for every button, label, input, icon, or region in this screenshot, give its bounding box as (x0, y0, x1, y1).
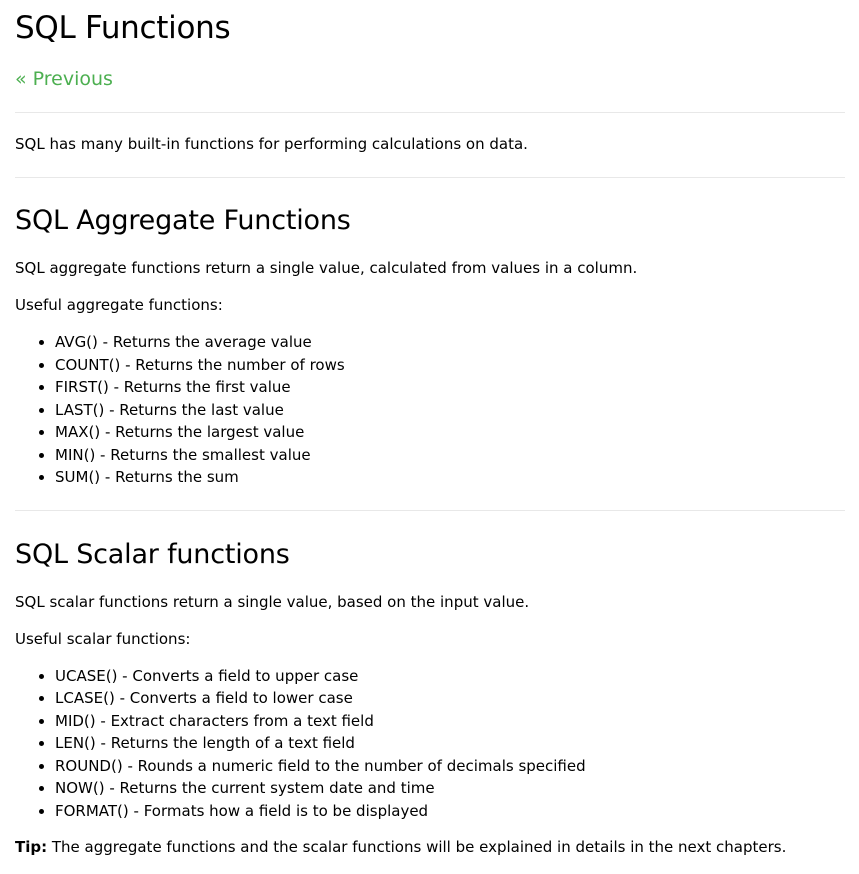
list-item: COUNT() - Returns the number of rows (55, 354, 845, 377)
list-item: LEN() - Returns the length of a text fie… (55, 732, 845, 755)
scalar-heading: SQL Scalar functions (15, 538, 290, 570)
tip-text: The aggregate functions and the scalar f… (47, 838, 787, 856)
list-item: UCASE() - Converts a field to upper case (55, 665, 845, 688)
aggregate-heading: SQL Aggregate Functions (15, 205, 351, 236)
list-item: MAX() - Returns the largest value (55, 421, 845, 444)
list-item: SUM() - Returns the sum (55, 466, 845, 489)
divider (15, 509, 845, 511)
list-item: ROUND() - Rounds a numeric field to the … (55, 755, 845, 778)
list-item: MID() - Extract characters from a text f… (55, 710, 845, 733)
main-content: SQL Functions « Previous SQL has many bu… (15, 0, 845, 858)
list-item: LAST() - Returns the last value (55, 399, 845, 422)
aggregate-function-list: AVG() - Returns the average value COUNT(… (15, 331, 845, 489)
divider (15, 112, 845, 113)
intro-text: SQL has many built-in functions for perf… (15, 135, 528, 153)
list-item: FORMAT() - Formats how a field is to be … (55, 800, 845, 823)
page-title: SQL Functions (15, 10, 231, 46)
list-item: NOW() - Returns the current system date … (55, 777, 845, 800)
list-item: FIRST() - Returns the first value (55, 376, 845, 399)
divider (15, 177, 845, 178)
previous-link[interactable]: « Previous (15, 67, 113, 91)
scalar-description: SQL scalar functions return a single val… (15, 592, 530, 611)
list-item: AVG() - Returns the average value (55, 331, 845, 354)
tip-paragraph: Tip: The aggregate functions and the sca… (15, 837, 845, 858)
list-item: LCASE() - Converts a field to lower case (55, 687, 845, 710)
aggregate-useful-label: Useful aggregate functions: (15, 296, 223, 314)
list-item: MIN() - Returns the smallest value (55, 444, 845, 467)
aggregate-description: SQL aggregate functions return a single … (15, 259, 638, 277)
tip-label: Tip: (15, 838, 48, 856)
scalar-useful-label: Useful scalar functions: (15, 629, 191, 648)
scalar-function-list: UCASE() - Converts a field to upper case… (15, 665, 845, 823)
